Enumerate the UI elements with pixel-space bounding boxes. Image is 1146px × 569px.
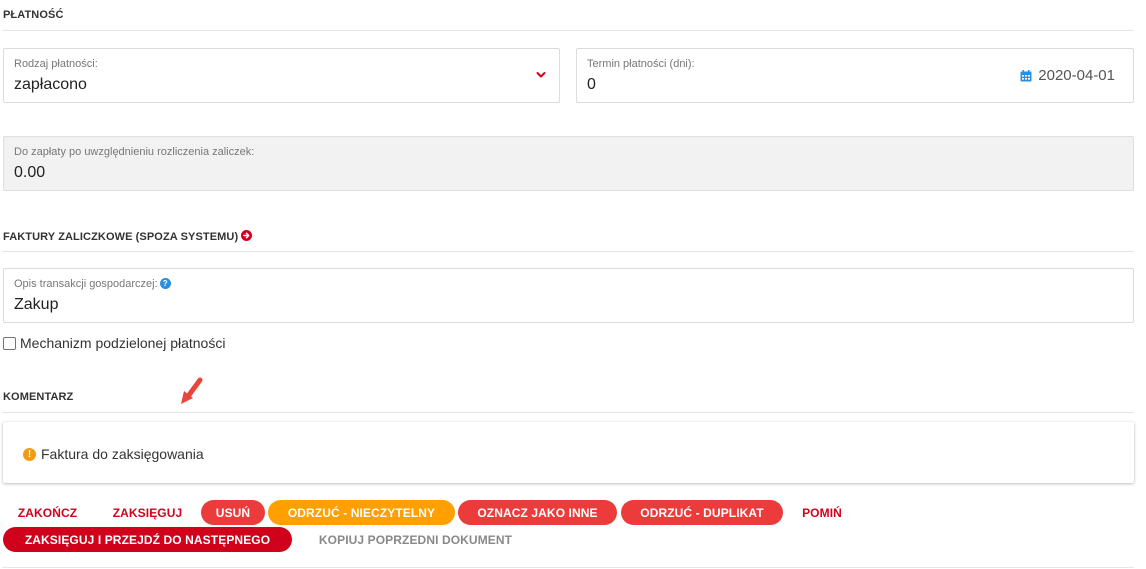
amount-to-pay-field: Do zapłaty po uwzględnieniu rozliczenia … — [3, 136, 1134, 191]
skip-button[interactable]: POMIŃ — [787, 500, 857, 525]
comment-section-title: KOMENTARZ — [3, 391, 74, 403]
transaction-description-value: Zakup — [14, 296, 59, 313]
advance-invoices-title-text: FAKTURY ZALICZKOWE (SPOZA SYSTEMU) — [3, 231, 239, 243]
payment-due-label: Termin płatności (dni): — [587, 58, 695, 70]
amount-to-pay-label: Do zapłaty po uwzględnieniu rozliczenia … — [14, 146, 255, 158]
arrow-circle-right-icon[interactable] — [241, 230, 253, 241]
transaction-description-label: Opis transakcji gospodarczej:? — [14, 278, 171, 290]
post-button[interactable]: ZAKSIĘGUJ — [100, 500, 195, 525]
split-payment-row[interactable]: Mechanizm podzielonej płatności — [3, 335, 225, 351]
transaction-description-field[interactable]: Opis transakcji gospodarczej:? Zakup — [3, 268, 1134, 323]
cursor-arrow-icon — [181, 377, 203, 404]
mark-other-button[interactable]: OZNACZ JAKO INNE — [458, 500, 617, 525]
divider — [2, 30, 1134, 31]
comment-content: ! Faktura do zaksięgowania — [23, 446, 204, 462]
payment-due-value: 0 — [587, 76, 596, 93]
comment-text: Faktura do zaksięgowania — [41, 446, 204, 462]
due-date-picker[interactable]: 2020-04-01 — [1020, 67, 1115, 84]
calendar-icon[interactable] — [1020, 69, 1032, 82]
post-and-next-button[interactable]: ZAKSIĘGUJ I PRZEJDŹ DO NASTĘPNEGO — [3, 527, 292, 552]
payment-section-title: PŁATNOŚĆ — [3, 9, 64, 21]
amount-to-pay-value: 0.00 — [14, 164, 46, 181]
payment-method-value: zapłacono — [14, 76, 87, 93]
split-payment-checkbox[interactable] — [3, 336, 16, 350]
payment-due-field[interactable]: Termin płatności (dni): 0 2020-04-01 — [576, 48, 1134, 103]
split-payment-label[interactable]: Mechanizm podzielonej płatności — [20, 335, 225, 351]
divider — [2, 412, 1134, 413]
chevron-down-icon[interactable] — [535, 69, 547, 81]
question-circle-icon[interactable]: ? — [159, 278, 171, 289]
payment-method-select[interactable]: Rodzaj płatności: zapłacono — [3, 48, 560, 103]
delete-button[interactable]: USUŃ — [201, 500, 265, 525]
divider — [2, 567, 1134, 568]
reject-duplicate-button[interactable]: ODRZUĆ - DUPLIKAT — [621, 500, 783, 525]
copy-previous-button[interactable]: KOPIUJ POPRZEDNI DOKUMENT — [297, 527, 534, 552]
exclamation-circle-icon: ! — [23, 447, 36, 461]
payment-method-label: Rodzaj płatności: — [14, 58, 98, 70]
due-date-value: 2020-04-01 — [1038, 67, 1115, 84]
transaction-label-text: Opis transakcji gospodarczej: — [14, 278, 158, 290]
comment-box: ! Faktura do zaksięgowania — [3, 422, 1134, 483]
finish-button[interactable]: ZAKOŃCZ — [3, 500, 92, 525]
divider — [2, 251, 1134, 252]
advance-invoices-title[interactable]: FAKTURY ZALICZKOWE (SPOZA SYSTEMU) — [3, 230, 253, 243]
reject-unreadable-button[interactable]: ODRZUĆ - NIECZYTELNY — [268, 500, 455, 525]
